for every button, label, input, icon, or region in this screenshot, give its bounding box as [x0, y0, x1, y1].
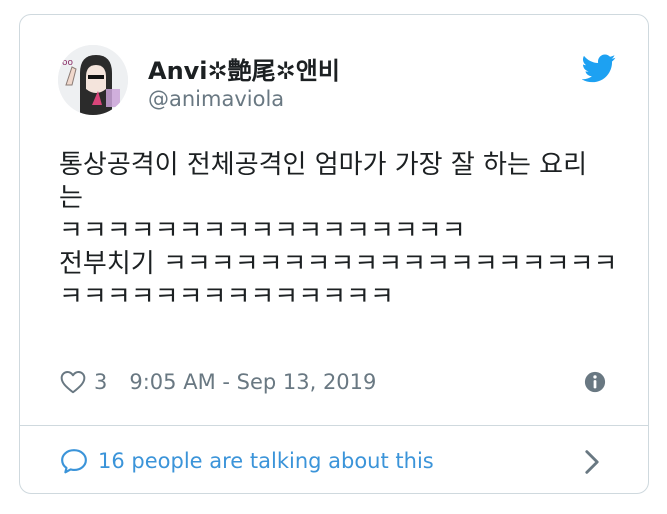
tweet-line: 전부치기 ㅋㅋㅋㅋㅋㅋㅋㅋㅋㅋㅋㅋㅋㅋㅋㅋㅋㅋㅋ — [59, 249, 618, 279]
tweet-line: ㅋㅋㅋㅋㅋㅋㅋㅋㅋㅋㅋㅋㅋㅋ — [59, 282, 394, 312]
tweet-line: 는 — [59, 183, 83, 213]
timestamp[interactable]: 9:05 AM - Sep 13, 2019 — [129, 370, 376, 394]
chevron-right-icon[interactable] — [583, 449, 601, 475]
avatar[interactable]: oo — [58, 45, 128, 115]
svg-text:oo: oo — [62, 58, 74, 68]
tweet-line: 통상공격이 전체공격인 엄마가 가장 잘 하는 요리 — [59, 150, 587, 180]
conversation-text: 16 people are talking about this — [98, 449, 434, 473]
heart-icon[interactable] — [60, 370, 86, 394]
info-icon[interactable] — [584, 371, 606, 393]
tweet-meta: 3 9:05 AM - Sep 13, 2019 — [60, 367, 376, 397]
tweet-text: 통상공격이 전체공격인 엄마가 가장 잘 하는 요리 는 ㅋㅋㅋㅋㅋㅋㅋㅋㅋㅋㅋ… — [59, 149, 629, 314]
divider — [20, 425, 648, 426]
speech-bubble-icon — [61, 449, 87, 474]
user-handle[interactable]: @animaviola — [148, 87, 284, 111]
display-name[interactable]: Anvi✲艶尾✲앤비 — [148, 51, 340, 86]
like-count[interactable]: 3 — [94, 370, 107, 394]
tweet-card: oo Anvi✲艶尾✲앤비 @animaviola 통상공격이 전체공격인 엄마… — [19, 14, 649, 494]
conversation-link[interactable]: 16 people are talking about this — [60, 445, 434, 477]
avatar-image: oo — [58, 45, 128, 115]
twitter-bird-icon[interactable] — [582, 51, 616, 85]
tweet-line: ㅋㅋㅋㅋㅋㅋㅋㅋㅋㅋㅋㅋㅋㅋㅋㅋㅋ — [59, 216, 466, 246]
